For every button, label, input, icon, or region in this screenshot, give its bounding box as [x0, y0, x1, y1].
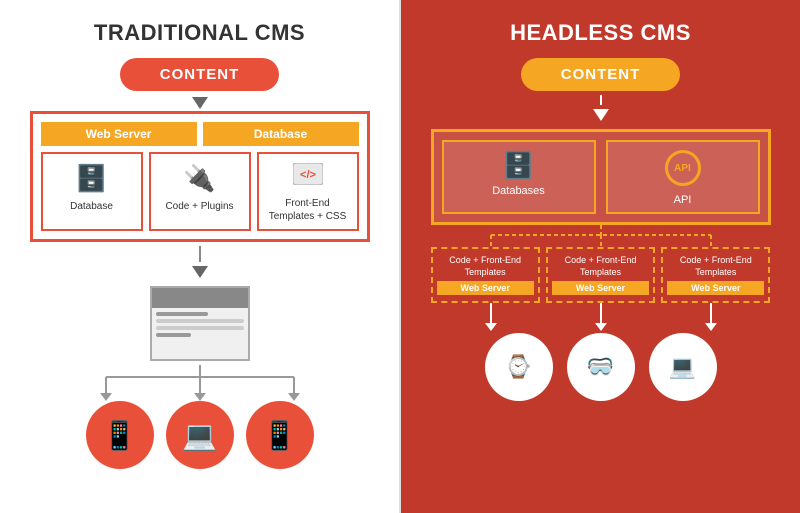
webserver-row: Code + Front-EndTemplates Web Server Cod…	[431, 247, 771, 303]
tablet-device: 📱	[86, 401, 154, 469]
vr-icon: 🥽	[587, 354, 614, 380]
web-line-3	[156, 326, 244, 330]
traditional-box: Web Server Database 🗄️ Database 🔌 Code +…	[30, 111, 370, 242]
headless-devices: ⌚ 🥽 💻	[485, 333, 717, 401]
headless-icons-row: 🗄️ Databases API API	[442, 140, 760, 214]
traditional-title: TRADITIONAL CMS	[94, 20, 305, 46]
trad-icon-frontend-label: Front-EndTemplates + CSS	[269, 197, 347, 223]
arrow-content-headless	[593, 109, 609, 121]
web-page-body	[152, 308, 248, 359]
headless-box: 🗄️ Databases API API	[431, 129, 771, 225]
arrow-content-to-box	[192, 97, 208, 109]
phone-icon: 📱	[262, 419, 297, 452]
web-line-4	[156, 333, 191, 337]
head-icon-api: API API	[606, 140, 760, 214]
smartwatch-device: ⌚	[485, 333, 553, 401]
laptop-device-right: 💻	[649, 333, 717, 401]
ws1-label: Web Server	[437, 281, 534, 295]
web-page-preview	[150, 286, 250, 361]
svg-text:</>: </>	[300, 169, 316, 181]
ws3-label: Web Server	[667, 281, 764, 295]
laptop-device: 💻	[166, 401, 234, 469]
spread-arrows	[60, 365, 340, 401]
webserver-3: Code + Front-EndTemplates Web Server	[661, 247, 770, 303]
webserver-1: Code + Front-EndTemplates Web Server	[431, 247, 540, 303]
traditional-icons-row: 🗄️ Database 🔌 Code + Plugins </> Front-E…	[41, 152, 359, 231]
trad-icon-plugin-label: Code + Plugins	[165, 200, 233, 213]
tablet-icon: 📱	[102, 419, 137, 452]
trad-icon-database: 🗄️ Database	[41, 152, 143, 231]
api-icon: API	[665, 150, 701, 186]
headless-title: HEADLESS CMS	[510, 20, 691, 46]
trad-icon-frontend: </> Front-EndTemplates + CSS	[257, 152, 359, 231]
dashed-spread	[431, 225, 771, 247]
arrow-tip-preview	[192, 266, 208, 278]
arrow-box-to-preview	[199, 246, 201, 262]
web-line-2	[156, 319, 244, 323]
web-server-label: Web Server	[41, 122, 197, 146]
ws3-text: Code + Front-EndTemplates	[680, 255, 752, 278]
trad-icon-db-label: Database	[70, 200, 113, 213]
database-icon: 🗄️	[75, 162, 107, 196]
headless-content-pill: CONTENT	[521, 58, 681, 91]
ws2-label: Web Server	[552, 281, 649, 295]
web-line-1	[156, 312, 209, 316]
traditional-cms-panel: TRADITIONAL CMS CONTENT Web Server Datab…	[0, 0, 399, 513]
plugins-icon: 🔌	[183, 162, 215, 196]
code-icon: </>	[293, 162, 323, 193]
head-db-label: Databases	[492, 185, 545, 197]
laptop-icon: 💻	[182, 419, 217, 452]
laptop-right-icon: 💻	[669, 354, 696, 380]
phone-device: 📱	[246, 401, 314, 469]
trad-icon-plugins: 🔌 Code + Plugins	[149, 152, 251, 231]
web-page-header	[152, 288, 248, 308]
arrow-line-top	[600, 95, 602, 105]
webserver-2: Code + Front-EndTemplates Web Server	[546, 247, 655, 303]
traditional-devices: 📱 💻 📱	[86, 401, 314, 469]
traditional-content-pill: CONTENT	[120, 58, 280, 91]
database-label: Database	[203, 122, 359, 146]
smartwatch-icon: ⌚	[505, 354, 532, 380]
head-api-label: API	[674, 194, 692, 206]
vr-device: 🥽	[567, 333, 635, 401]
api-label: API	[674, 163, 691, 174]
traditional-top-row: Web Server Database	[41, 122, 359, 146]
ws2-text: Code + Front-EndTemplates	[565, 255, 637, 278]
ws1-text: Code + Front-EndTemplates	[449, 255, 521, 278]
headless-cms-panel: HEADLESS CMS CONTENT 🗄️ Databases API AP…	[401, 0, 800, 513]
head-icon-database: 🗄️ Databases	[442, 140, 596, 214]
ws-arrows	[431, 303, 771, 333]
headless-database-icon: 🗄️	[502, 150, 534, 181]
